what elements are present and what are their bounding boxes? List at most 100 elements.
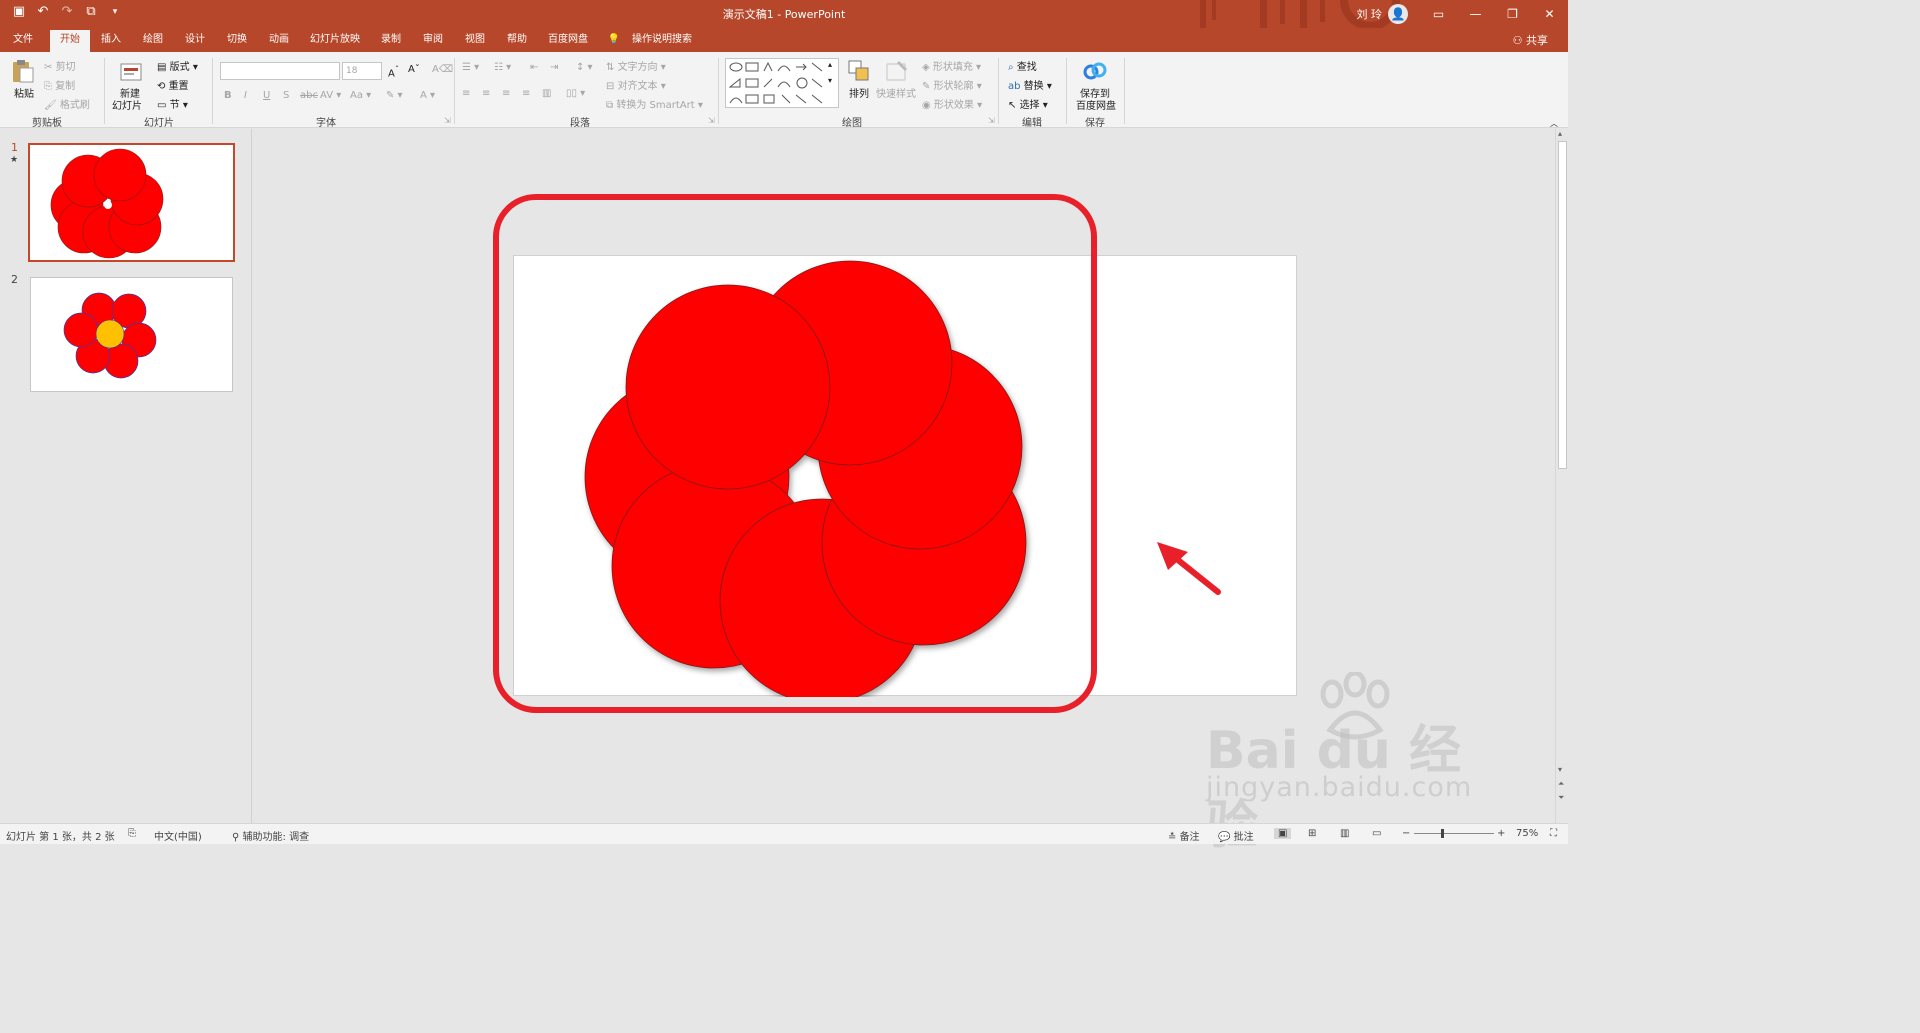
fit-to-window-icon[interactable]: ⛶ <box>1550 828 1557 839</box>
scroll-thumb[interactable] <box>1558 141 1567 469</box>
dialog-launcher-icon[interactable]: ⇲ <box>708 116 715 125</box>
copy-button[interactable]: ⎘ 复制 <box>44 77 75 92</box>
previous-slide-icon[interactable]: ⏶ <box>1558 779 1564 789</box>
tab-review[interactable]: 审阅 <box>414 30 452 52</box>
align-center-icon[interactable]: ≡ <box>482 88 490 99</box>
highlight-icon[interactable]: ✎ ▾ <box>386 90 403 101</box>
tab-design[interactable]: 设计 <box>176 30 214 52</box>
user-name[interactable]: 刘 玲 <box>1357 6 1383 22</box>
clear-format-icon[interactable]: A⌫ <box>432 64 453 75</box>
tab-transitions[interactable]: 切换 <box>218 30 256 52</box>
strikethrough-icon[interactable]: abc <box>300 90 318 101</box>
layout-button[interactable]: ▤ 版式 ▾ <box>157 58 198 73</box>
decrease-indent-icon[interactable]: ⇤ <box>530 62 538 73</box>
minimize-icon[interactable]: — <box>1457 0 1494 28</box>
scroll-up-icon[interactable]: ▴ <box>1558 129 1562 138</box>
replace-button[interactable]: ab 替换 ▾ <box>1008 77 1052 92</box>
tab-animations[interactable]: 动画 <box>260 30 298 52</box>
ribbon-display-options-icon[interactable]: ▭ <box>1420 0 1457 28</box>
smartart-button[interactable]: ⧉ 转换为 SmartArt ▾ <box>606 96 703 111</box>
zoom-level[interactable]: 75% <box>1516 828 1538 839</box>
shapes-scroll-down-icon[interactable]: ▾ <box>828 76 832 85</box>
notes-button[interactable]: ≛ 备注 <box>1168 828 1200 843</box>
align-text-button[interactable]: ⊟ 对齐文本 ▾ <box>606 77 666 92</box>
baidu-cloud-icon[interactable] <box>1082 58 1108 84</box>
slideshow-icon[interactable]: ▭ <box>1372 828 1381 839</box>
slide-thumbnail-2[interactable] <box>30 277 233 392</box>
numbering-icon[interactable]: ☷ ▾ <box>494 62 511 73</box>
shape-effects-button[interactable]: ◉ 形状效果 ▾ <box>922 96 982 111</box>
underline-icon[interactable]: U <box>263 90 270 101</box>
shape-fill-button[interactable]: ◈ 形状填充 ▾ <box>922 58 981 73</box>
avatar[interactable]: 👤 <box>1388 4 1408 24</box>
comments-button[interactable]: 💬 批注 <box>1218 828 1254 843</box>
arrange-button[interactable]: 排列 <box>849 85 869 100</box>
line-spacing-icon[interactable]: ↕ ▾ <box>576 62 593 73</box>
dialog-launcher-icon[interactable]: ⇲ <box>444 116 451 125</box>
font-name-input[interactable] <box>220 62 340 80</box>
new-slide-icon[interactable] <box>118 58 144 84</box>
tab-baidu-netdisk[interactable]: 百度网盘 <box>540 30 596 52</box>
shape-outline-button[interactable]: ✎ 形状轮廓 ▾ <box>922 77 982 92</box>
section-button[interactable]: ▭ 节 ▾ <box>157 96 188 111</box>
font-size-input[interactable]: 18 <box>342 62 382 80</box>
next-slide-icon[interactable]: ⏷ <box>1558 793 1564 803</box>
align-right-icon[interactable]: ≡ <box>502 88 510 99</box>
zoom-out-icon[interactable]: − <box>1402 828 1410 839</box>
paste-icon[interactable] <box>10 58 36 84</box>
close-icon[interactable]: ✕ <box>1531 0 1568 28</box>
tab-view[interactable]: 视图 <box>456 30 494 52</box>
shadow-icon[interactable]: S <box>283 90 289 101</box>
italic-icon[interactable]: I <box>244 90 247 101</box>
save-to-netdisk-label-2[interactable]: 百度网盘 <box>1076 97 1116 112</box>
columns-icon[interactable]: ▯▯ ▾ <box>566 88 585 99</box>
shapes-scroll-up-icon[interactable]: ▴ <box>828 60 832 69</box>
spacing-icon[interactable]: AV ▾ <box>320 90 341 101</box>
tell-me-search[interactable]: 操作说明搜索 <box>624 30 700 52</box>
zoom-in-icon[interactable]: + <box>1497 828 1505 839</box>
bullets-icon[interactable]: ☰ ▾ <box>462 62 479 73</box>
justify-icon[interactable]: ≡ <box>522 88 530 99</box>
cut-button[interactable]: ✂ 剪切 <box>44 58 76 73</box>
accessibility-status[interactable]: ⚲ 辅助功能: 调查 <box>232 828 309 843</box>
tab-draw[interactable]: 绘图 <box>134 30 172 52</box>
reset-button[interactable]: ⟲ 重置 <box>157 77 189 92</box>
bold-icon[interactable]: B <box>224 90 232 101</box>
shrink-font-icon[interactable]: Aˇ <box>408 64 420 75</box>
increase-indent-icon[interactable]: ⇥ <box>550 62 558 73</box>
tab-help[interactable]: 帮助 <box>498 30 536 52</box>
tab-insert[interactable]: 插入 <box>92 30 130 52</box>
select-button[interactable]: ↖ 选择 ▾ <box>1008 96 1048 111</box>
quick-styles-icon[interactable] <box>884 58 910 84</box>
shapes-gallery[interactable] <box>725 58 839 108</box>
current-slide[interactable] <box>513 255 1298 704</box>
arrange-icon[interactable] <box>846 58 872 84</box>
format-painter-button[interactable]: 🖌 格式刷 <box>44 96 90 111</box>
tab-record[interactable]: 录制 <box>372 30 410 52</box>
vertical-scrollbar[interactable]: ▴ ▾ ⏶ ⏷ <box>1555 129 1568 823</box>
slide-thumbnail-1[interactable] <box>28 143 235 262</box>
grow-font-icon[interactable]: Aˆ <box>388 64 399 79</box>
new-slide-label-2[interactable]: 幻灯片 <box>112 97 142 112</box>
language-indicator[interactable]: 中文(中国) <box>154 828 202 843</box>
restore-icon[interactable]: ❐ <box>1494 0 1531 28</box>
tab-home[interactable]: 开始 <box>50 30 90 52</box>
zoom-slider-thumb[interactable] <box>1441 829 1444 838</box>
zoom-slider[interactable] <box>1414 833 1494 834</box>
flower-shape-group[interactable] <box>514 256 1298 704</box>
share-button[interactable]: ⚇ 共享 <box>1513 32 1548 48</box>
change-case-icon[interactable]: Aa ▾ <box>350 90 371 101</box>
tab-slideshow[interactable]: 幻灯片放映 <box>302 30 368 52</box>
paste-button[interactable]: 粘贴 <box>14 85 34 100</box>
slide-sorter-icon[interactable]: ⊞ <box>1308 828 1316 839</box>
slide-editing-canvas[interactable] <box>253 129 1555 823</box>
tab-file[interactable]: 文件 <box>4 30 42 52</box>
font-color-icon[interactable]: A ▾ <box>420 90 435 101</box>
collapse-ribbon-icon[interactable]: ︿ <box>1550 118 1558 129</box>
align-left-icon[interactable]: ≡ <box>462 88 470 99</box>
text-direction-button[interactable]: ⇅ 文字方向 ▾ <box>606 58 666 73</box>
dialog-launcher-icon[interactable]: ⇲ <box>988 116 995 125</box>
distributed-icon[interactable]: ▥ <box>542 88 551 99</box>
normal-view-icon[interactable]: ▣ <box>1274 828 1292 839</box>
quick-styles-button[interactable]: 快速样式 <box>876 85 916 100</box>
